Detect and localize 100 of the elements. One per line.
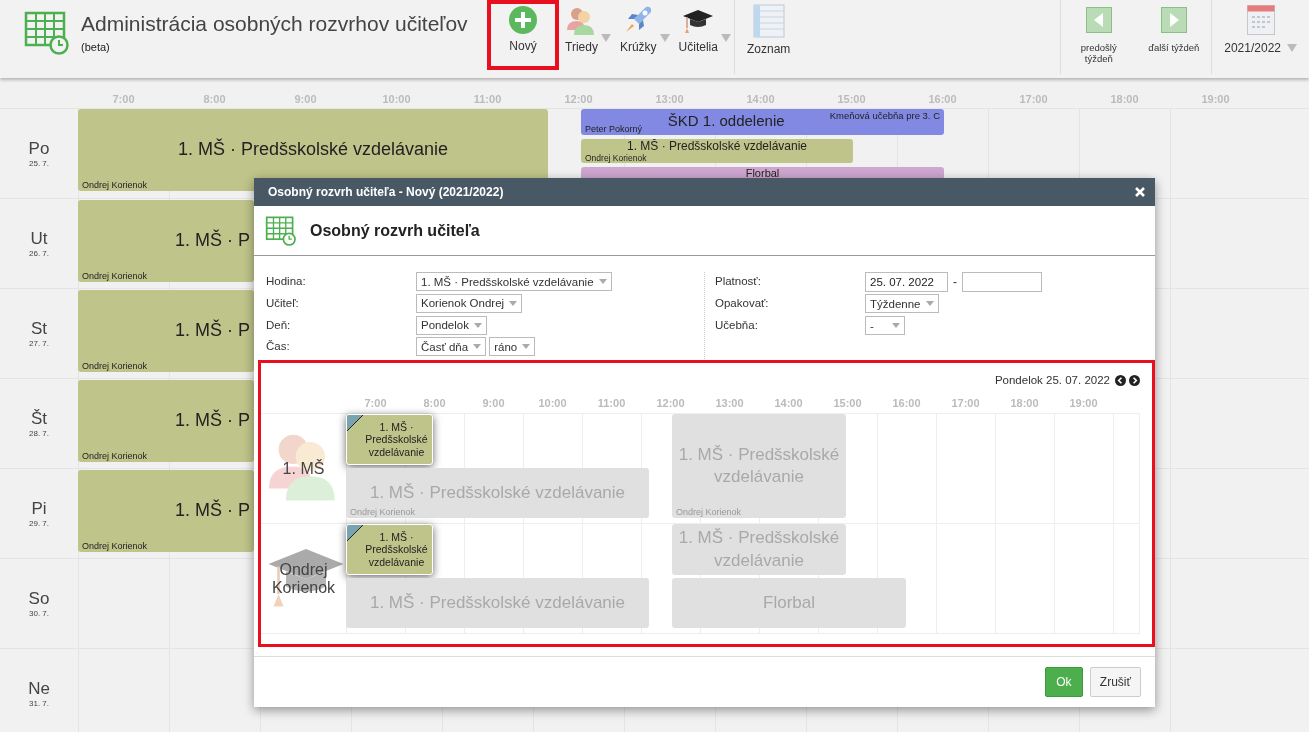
calendar-icon [1246, 5, 1275, 35]
timetable-clock-icon [265, 215, 297, 246]
hour-label: 16:00 [891, 397, 922, 411]
field-label: Opakovať: [715, 296, 770, 309]
event-teacher: Ondrej Korienok [82, 180, 148, 190]
row-label: 1. MŠ [281, 459, 326, 478]
week-nav-button[interactable]: ďalší týždeň [1136, 0, 1212, 78]
schedule-event[interactable]: 1. MŠ · P Ondrej Korienok [78, 380, 254, 462]
hour-label: 11:00 [596, 397, 627, 411]
event-title: 1. MŠ · Predšskolské vzdelávanie [364, 420, 429, 459]
event-title: 1. MŠ · Predšskolské vzdelávanie [364, 530, 429, 569]
event-room: Kmeňová učebňa pre 3. C [829, 110, 940, 121]
dropdown-field[interactable]: ráno [489, 337, 536, 357]
dropdown-field[interactable]: - [865, 316, 905, 335]
range-separator: - [952, 275, 958, 289]
hour-label: 14:00 [773, 397, 804, 411]
event-teacher: Peter Pokorný [585, 124, 643, 134]
day-date: 25. 7. [29, 159, 49, 168]
preview-event[interactable]: 1. MŠ · Predšskolské vzdelávanie [346, 524, 433, 575]
dropdown-field[interactable]: Týždenne [865, 294, 939, 313]
day-date: 27. 7. [29, 339, 49, 348]
preview-date: Pondelok 25. 07. 2022 [994, 374, 1110, 386]
hour-label: 17:00 [950, 397, 981, 411]
event-title: 1. MŠ · P [175, 320, 250, 341]
caret-icon [892, 323, 900, 328]
list-sheet-icon [752, 4, 785, 38]
event-teacher: Ondrej Korienok [82, 361, 148, 371]
hour-label: 8:00 [422, 397, 447, 411]
week-nav-button[interactable]: predošlý týždeň [1061, 0, 1137, 78]
plus-icon [508, 5, 538, 35]
event-title: 1. MŠ · Predšskolské vzdelávanie [177, 139, 449, 160]
field-label: Platnosť: [715, 274, 762, 287]
day-date: 31. 7. [29, 699, 49, 708]
day-date: 30. 7. [29, 609, 49, 618]
dropdown-field[interactable]: Pondelok [416, 315, 487, 335]
schedule-event[interactable]: 1. MŠ · P Ondrej Korienok [78, 200, 254, 282]
timetable-clock-icon [24, 11, 70, 55]
event-teacher: Ondrej Korienok [82, 541, 148, 551]
input-field[interactable]: 25. 07. 2022 [865, 272, 948, 292]
hour-label: 19:00 [1068, 397, 1099, 411]
field-label: Učiteľ: [266, 295, 300, 309]
day-date: 28. 7. [29, 429, 49, 438]
day-name: Ne [28, 679, 50, 699]
event-teacher: Ondrej Korienok [350, 507, 416, 517]
day-name: Št [30, 409, 48, 429]
event-teacher: Ondrej Korienok [585, 153, 647, 163]
caret-icon [925, 301, 934, 306]
day-date: 29. 7. [29, 519, 49, 528]
dropdown-field[interactable]: 1. MŠ · Predšskolské vzdelávanie [416, 272, 612, 291]
schedule-event[interactable]: ŠKD 1. oddelenie Peter Pokorný Kmeňová učebňa pre 3. C [581, 109, 944, 135]
day-name: Po [28, 139, 50, 159]
toolbar-button[interactable]: Nový [487, 0, 559, 70]
event-title: 1. MŠ · P [175, 500, 250, 521]
hour-label: 18:00 [1009, 397, 1040, 411]
next-circle-icon[interactable] [1129, 374, 1140, 386]
dropdown-field[interactable]: Časť dňa [416, 337, 487, 357]
hour-label: 9:00 [481, 397, 506, 411]
day-date: 26. 7. [29, 249, 49, 258]
app-subtitle: (beta) [81, 41, 111, 53]
day-name: Pi [31, 499, 47, 519]
hour-label: 13:00 [714, 397, 745, 411]
event-title: 1. MŠ · P [175, 230, 250, 251]
event-title: Florbal [745, 167, 780, 179]
day-name: St [30, 319, 48, 339]
row-label: Ondrej Korienok [270, 560, 337, 597]
event-title: ŠKD 1. oddelenie [667, 112, 785, 129]
day-name: So [28, 589, 50, 609]
toolbar-button[interactable]: Krúžky [613, 0, 673, 70]
caret-icon [473, 344, 482, 350]
dialog-heading: Osobný rozvrh učiteľa [310, 221, 480, 240]
caret-icon [598, 279, 607, 284]
day-name: Ut [30, 229, 48, 249]
caret-icon [1287, 44, 1297, 52]
app-title: Administrácia osobných rozvrhov učiteľov [81, 12, 468, 36]
caret-icon [509, 300, 518, 306]
field-label: Učebňa: [715, 318, 759, 331]
hour-label: 7:00 [363, 397, 388, 411]
year-selector[interactable]: 2021/2022 [1212, 0, 1309, 78]
schedule-event[interactable]: 1. MŠ · P Ondrej Korienok [78, 290, 254, 372]
dialog-button[interactable]: Zrušiť [1089, 667, 1141, 697]
corner-marker-icon [347, 525, 363, 541]
dropdown-field[interactable]: Korienok Ondrej [416, 293, 523, 313]
toolbar-button[interactable]: Triedy [559, 0, 614, 70]
preview-event[interactable]: 1. MŠ · Predšskolské vzdelávanie [346, 414, 433, 465]
input-field[interactable] [962, 272, 1042, 292]
field-label: Hodina: [266, 274, 307, 287]
close-icon[interactable] [1135, 187, 1145, 197]
field-label: Čas: [266, 339, 291, 353]
toolbar-button[interactable]: Zoznam [734, 0, 803, 70]
hour-label: 15:00 [832, 397, 863, 411]
corner-marker-icon [347, 415, 363, 431]
schedule-event[interactable]: 1. MŠ · Predšskolské vzdelávanie Ondrej Korienok [581, 139, 853, 163]
hour-label: 10:00 [537, 397, 568, 411]
schedule-event[interactable]: 1. MŠ · P Ondrej Korienok [78, 470, 254, 552]
caret-icon [473, 322, 482, 328]
caret-icon [522, 344, 531, 350]
event-title: 1. MŠ · Predšskolské vzdelávanie [626, 139, 808, 153]
previous-circle-icon[interactable] [1115, 374, 1126, 386]
hour-label: 12:00 [655, 397, 686, 411]
event-teacher: Ondrej Korienok [82, 271, 148, 281]
